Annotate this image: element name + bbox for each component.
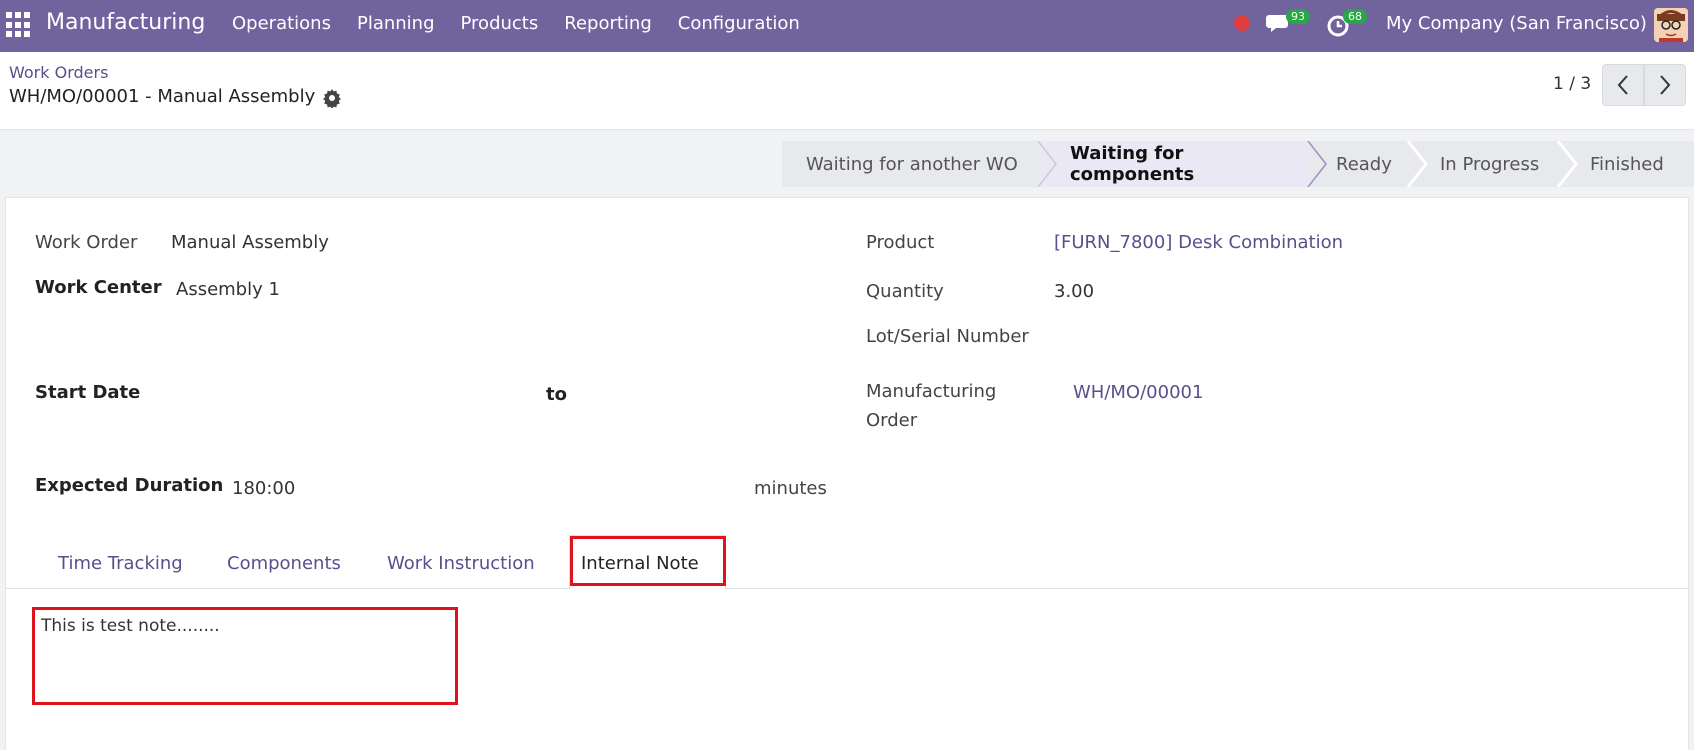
tab-time-tracking[interactable]: Time Tracking xyxy=(58,553,183,574)
menu-operations[interactable]: Operations xyxy=(232,13,331,34)
user-avatar[interactable] xyxy=(1654,8,1688,42)
product-link[interactable]: [FURN_7800] Desk Combination xyxy=(1054,232,1343,253)
manufacturing-order-label-line1: Manufacturing xyxy=(866,381,997,402)
pager-previous-button[interactable] xyxy=(1602,64,1644,106)
activities-count-badge: 68 xyxy=(1343,9,1367,24)
control-panel: Work Orders WH/MO/00001 - Manual Assembl… xyxy=(0,52,1694,130)
pager-next-button[interactable] xyxy=(1644,64,1686,106)
menu-configuration[interactable]: Configuration xyxy=(678,13,800,34)
product-label: Product xyxy=(866,232,935,253)
work-center-label: Work Center xyxy=(35,277,162,298)
top-navbar: Manufacturing Operations Planning Produc… xyxy=(0,0,1694,52)
chevron-right-icon xyxy=(1660,75,1671,95)
internal-note-highlight xyxy=(32,607,458,705)
breadcrumb-work-orders[interactable]: Work Orders xyxy=(9,63,108,82)
date-range-to-label: to xyxy=(546,384,567,405)
work-order-field[interactable]: Manual Assembly xyxy=(171,232,329,253)
gear-icon[interactable] xyxy=(322,88,342,108)
status-bar-separators xyxy=(1037,141,1578,187)
pager-value[interactable]: 1 / 3 xyxy=(1553,74,1591,94)
messages-count-badge: 93 xyxy=(1286,9,1310,24)
manufacturing-order-label-line2: Order xyxy=(866,410,918,431)
menu-products[interactable]: Products xyxy=(461,13,539,34)
recording-icon[interactable] xyxy=(1234,15,1250,31)
menu-planning[interactable]: Planning xyxy=(357,13,435,34)
apps-menu-icon[interactable] xyxy=(6,12,32,38)
app-brand[interactable]: Manufacturing xyxy=(46,10,205,35)
quantity-label: Quantity xyxy=(866,281,944,302)
form-sheet: Work Order Manual Assembly Work Center A… xyxy=(5,197,1690,750)
expected-duration-label: Expected Duration xyxy=(35,475,224,496)
lot-serial-label: Lot/Serial Number xyxy=(866,326,1029,347)
main-menu: Operations Planning Products Reporting C… xyxy=(232,13,826,34)
manufacturing-order-link[interactable]: WH/MO/00001 xyxy=(1073,382,1203,403)
menu-reporting[interactable]: Reporting xyxy=(564,13,652,34)
minutes-label: minutes xyxy=(754,478,827,499)
internal-note-tab-highlight xyxy=(570,536,726,586)
work-center-field[interactable]: Assembly 1 xyxy=(176,279,280,300)
tab-work-instruction[interactable]: Work Instruction xyxy=(387,553,535,574)
start-date-label: Start Date xyxy=(35,382,141,403)
company-switcher[interactable]: My Company (San Francisco) xyxy=(1386,13,1647,34)
expected-duration-field[interactable]: 180:00 xyxy=(232,478,295,499)
quantity-field[interactable]: 3.00 xyxy=(1054,281,1094,302)
tab-components[interactable]: Components xyxy=(227,553,341,574)
chevron-left-icon xyxy=(1617,75,1628,95)
work-order-label: Work Order xyxy=(35,232,138,253)
end-date-field[interactable] xyxy=(586,378,836,408)
start-date-field[interactable] xyxy=(146,378,526,408)
breadcrumb-current-record: WH/MO/00001 - Manual Assembly xyxy=(9,86,316,107)
